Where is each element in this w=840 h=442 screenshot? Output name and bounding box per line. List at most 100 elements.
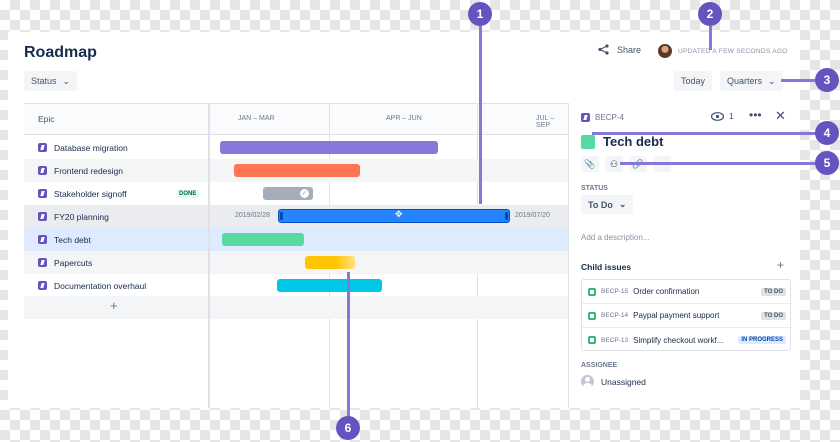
callout-badge: 3 — [815, 68, 839, 92]
quarters-dropdown[interactable]: Quarters ⌄ — [720, 71, 783, 91]
epic-label: Documentation overhaul — [54, 280, 147, 291]
description-field[interactable]: Add a description... — [581, 233, 649, 242]
add-epic-button[interactable]: + — [110, 298, 118, 313]
epic-row[interactable]: Database migration — [24, 136, 568, 159]
epic-cell[interactable]: Papercuts — [24, 251, 210, 274]
page-title: Roadmap — [24, 44, 97, 61]
callout-line — [709, 26, 712, 50]
roadmap-grid: JAN – MAR APR – JUN JUL – SEP Database m… — [24, 103, 568, 408]
issue-detail-panel: BECP-4 1 ••• ✕ Tech debt 📎 ⚇ 🔗 STATUS To… — [568, 103, 800, 408]
callout-line — [620, 162, 816, 165]
issue-key: BECP-4 — [595, 113, 624, 122]
epic-row[interactable]: Frontend redesign — [24, 159, 568, 182]
attachment-icon[interactable]: 📎 — [581, 156, 599, 172]
story-icon — [588, 287, 596, 296]
epic-icon — [581, 113, 590, 122]
child-key: BECP-14 — [601, 312, 629, 319]
callout-badge: 2 — [698, 2, 722, 26]
assignee-label: ASSIGNEE — [581, 362, 618, 369]
month-label: JAN – MAR — [238, 115, 275, 122]
status-label: STATUS — [581, 185, 608, 192]
callout-line — [592, 132, 816, 135]
epic-label: FY20 planning — [54, 211, 109, 222]
move-icon: ✥ — [395, 209, 403, 219]
today-label: Today — [681, 76, 706, 86]
epic-row[interactable]: Documentation overhaul — [24, 274, 568, 297]
today-button[interactable]: Today — [674, 71, 713, 91]
epic-row[interactable]: Papercuts — [24, 251, 568, 274]
status-dropdown[interactable]: To Do ⌄ — [581, 195, 634, 214]
issue-breadcrumb[interactable]: BECP-4 — [581, 113, 624, 122]
epic-cell[interactable]: Database migration — [24, 136, 210, 159]
watch-button[interactable]: 1 — [711, 111, 734, 121]
child-key: BECP-15 — [601, 288, 629, 295]
update-status: UPDATED A FEW SECONDS AGO — [658, 44, 788, 58]
epic-cell[interactable]: FY20 planning — [24, 205, 210, 228]
status-value: To Do — [588, 199, 613, 210]
epic-icon — [38, 281, 47, 290]
story-icon — [588, 336, 596, 344]
issue-title-row: Tech debt — [581, 134, 663, 149]
timeline-bar[interactable] — [234, 164, 360, 177]
epic-cell[interactable]: Tech debt — [24, 228, 210, 251]
resize-handle-right[interactable] — [505, 212, 508, 220]
child-issue-row[interactable]: BECP-13 Simplify checkout workf... IN PR… — [582, 328, 792, 352]
month-label: JUL – SEP — [536, 115, 555, 129]
epic-cell[interactable]: Frontend redesign — [24, 159, 210, 182]
epic-cell[interactable]: Stakeholder signoff DONE — [24, 182, 210, 205]
child-issue-row[interactable]: BECP-14 Paypal payment support TO DO — [582, 304, 792, 328]
epic-column-header: Epic — [24, 104, 208, 135]
done-badge: DONE — [176, 189, 200, 198]
callout-line — [347, 272, 350, 418]
child-summary: Simplify checkout workf... — [633, 335, 724, 345]
timeline-bar[interactable]: ✓ — [263, 187, 313, 200]
epic-label: Stakeholder signoff — [54, 188, 127, 199]
watcher-count: 1 — [729, 111, 734, 121]
epic-icon — [38, 212, 47, 221]
resize-handle-left[interactable] — [280, 212, 283, 220]
child-summary: Paypal payment support — [633, 311, 720, 320]
callout-line — [479, 26, 482, 204]
timeline-bar[interactable]: ✥ — [278, 209, 510, 223]
start-date-label: 2019/02/28 — [235, 212, 271, 219]
callout-badge: 1 — [468, 2, 492, 26]
share-button[interactable]: Share — [598, 44, 641, 55]
timeline-bar[interactable] — [305, 256, 355, 269]
callout-badge: 6 — [336, 416, 360, 440]
end-date-label: 2019/07/20 — [515, 212, 551, 219]
child-summary: Order confirmation — [633, 287, 700, 296]
issue-title[interactable]: Tech debt — [603, 134, 663, 149]
child-issues-title: Child issues — [581, 262, 632, 272]
timeline-bar[interactable] — [277, 279, 382, 292]
epic-label: Tech debt — [54, 234, 91, 245]
assignee-field[interactable]: Unassigned — [581, 375, 646, 388]
callout-line — [781, 79, 815, 82]
epic-cell[interactable]: Documentation overhaul — [24, 274, 210, 297]
status-badge: TO DO — [761, 287, 786, 296]
epic-label: Papercuts — [54, 257, 93, 268]
color-swatch[interactable] — [581, 134, 595, 149]
status-filter-button[interactable]: Status ⌄ — [24, 71, 78, 91]
check-icon: ✓ — [300, 189, 309, 198]
story-icon — [588, 311, 596, 320]
timeline-bar[interactable] — [220, 141, 438, 154]
epic-icon — [38, 189, 47, 198]
child-key: BECP-13 — [601, 336, 629, 344]
epic-header-label: Epic — [38, 114, 55, 124]
more-icon[interactable]: ••• — [749, 108, 762, 122]
roadmap-app: Roadmap Status ⌄ Share UPDATED A FEW SEC… — [8, 32, 800, 408]
timeline-bar[interactable] — [222, 233, 304, 246]
child-issue-row[interactable]: BECP-15 Order confirmation TO DO — [582, 280, 792, 304]
epic-row[interactable]: Tech debt — [24, 228, 568, 251]
close-icon[interactable]: ✕ — [775, 108, 786, 124]
chevron-down-icon: ⌄ — [768, 75, 776, 86]
epic-row[interactable]: FY20 planning 2019/02/28 ✥ 2019/07/20 — [24, 205, 568, 228]
add-epic-row[interactable]: + — [24, 296, 568, 319]
status-badge: TO DO — [761, 311, 786, 320]
avatar — [658, 44, 672, 58]
assignee-value: Unassigned — [601, 376, 646, 387]
epic-label: Frontend redesign — [54, 165, 123, 176]
quarters-label: Quarters — [727, 76, 763, 86]
epic-row[interactable]: Stakeholder signoff DONE ✓ — [24, 182, 568, 205]
add-child-button[interactable]: + — [777, 258, 784, 272]
